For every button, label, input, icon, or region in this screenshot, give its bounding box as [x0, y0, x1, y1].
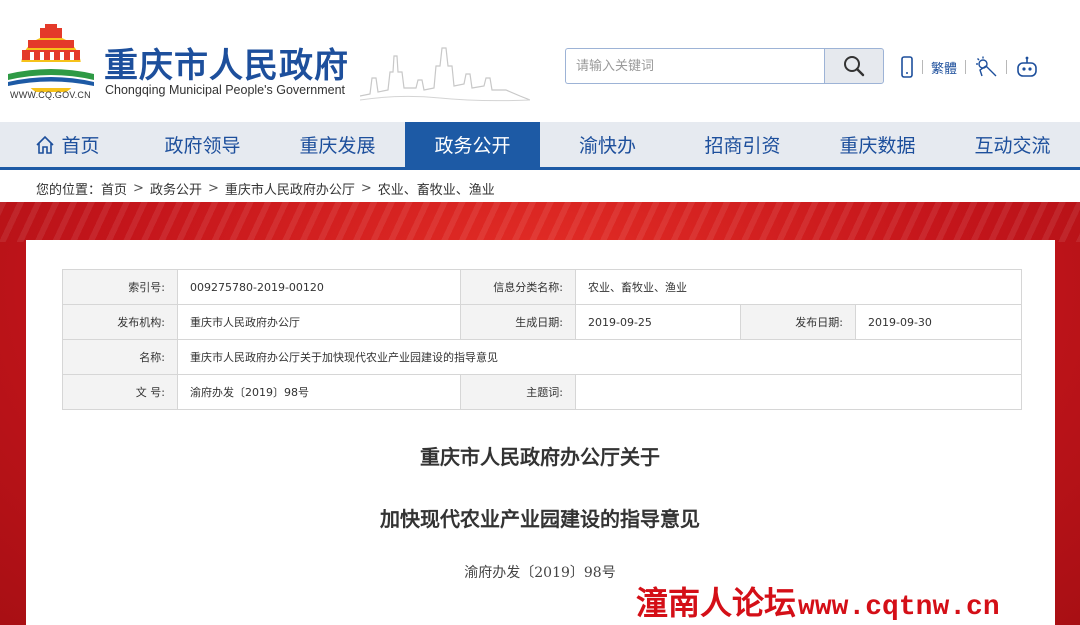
government-logo-icon[interactable] — [6, 22, 96, 92]
breadcrumb-separator: > — [207, 180, 219, 196]
weather-icon[interactable] — [974, 56, 998, 78]
main-nav: 首页 政府领导 重庆发展 政务公开 渝快办 招商引资 重庆数据 互动交流 — [0, 122, 1080, 170]
breadcrumb-separator: > — [133, 180, 144, 196]
published-date-label: 发布日期: — [740, 304, 856, 340]
breadcrumb-link[interactable]: 重庆市人民政府办公厅 — [225, 179, 355, 198]
nav-item-home[interactable]: 首页 — [0, 122, 135, 167]
home-icon — [35, 135, 55, 155]
watermark: 潼南人论坛 www.cqtnw.cn — [636, 578, 1000, 623]
search-box — [565, 48, 825, 84]
tool-divider — [922, 60, 923, 74]
nav-item-label: 重庆发展 — [299, 135, 376, 157]
header-tools: 繁體 — [900, 54, 1039, 80]
table-row: 索引号: 009275780-2019-00120 信息分类名称: 农业、畜牧业… — [62, 269, 1023, 305]
published-date-value: 2019-09-30 — [854, 304, 1023, 340]
index-label: 索引号: — [62, 269, 178, 305]
nav-item-label: 重庆数据 — [839, 135, 916, 157]
nav-item-label: 招商引资 — [704, 135, 781, 157]
nav-item-label: 互动交流 — [974, 135, 1051, 157]
publisher-value: 重庆市人民政府办公厅 — [177, 304, 461, 340]
document-title-line1: 重庆市人民政府办公厅关于 — [420, 445, 660, 469]
table-row: 文 号: 渝府办发〔2019〕98号 主题词: — [62, 374, 1023, 410]
site-subtitle: Chongqing Municipal People's Government — [105, 83, 346, 97]
nav-item-yukuaiban[interactable]: 渝快办 — [540, 122, 675, 167]
nav-item-data[interactable]: 重庆数据 — [810, 122, 945, 167]
breadcrumb: 您的位置： 首页 > 政务公开 > 重庆市人民政府办公厅 > 农业、畜牧业、渔业 — [0, 173, 1080, 203]
publisher-label: 发布机构: — [62, 304, 178, 340]
doc-number-label: 文 号: — [62, 374, 178, 410]
table-row: 发布机构: 重庆市人民政府办公厅 生成日期: 2019-09-25 发布日期: … — [62, 304, 1023, 340]
nav-item-label: 渝快办 — [578, 135, 636, 157]
nav-item-development[interactable]: 重庆发展 — [270, 122, 405, 167]
mobile-phone-icon[interactable] — [900, 56, 914, 78]
site-header: WWW.CQ.GOV.CN 重庆市人民政府 Chongqing Municipa… — [0, 0, 1080, 122]
watermark-url: www.cqtnw.cn — [798, 592, 1000, 623]
breadcrumb-prefix: 您的位置： — [36, 182, 102, 198]
created-date-value: 2019-09-25 — [575, 304, 741, 340]
subject-label: 主题词: — [460, 374, 576, 410]
nav-item-leaders[interactable]: 政府领导 — [135, 122, 270, 167]
name-label: 名称: — [62, 339, 178, 375]
tool-divider — [1006, 60, 1008, 74]
document-title-line2: 加快现代农业产业园建设的指导意见 — [380, 507, 700, 531]
search-icon — [844, 56, 865, 77]
nav-item-interaction[interactable]: 互动交流 — [945, 122, 1080, 167]
subject-value — [574, 374, 1023, 410]
search-button[interactable] — [824, 48, 884, 84]
name-value: 重庆市人民政府办公厅关于加快现代农业产业园建设的指导意见 — [176, 339, 1023, 375]
watermark-text: 潼南人论坛 — [636, 584, 797, 622]
page: WWW.CQ.GOV.CN 重庆市人民政府 Chongqing Municipa… — [0, 0, 1080, 625]
robot-icon[interactable] — [1015, 56, 1039, 78]
skyline-decoration-icon — [360, 47, 530, 102]
nav-item-government-affairs[interactable]: 政务公开 — [405, 122, 540, 167]
nav-item-label: 政务公开 — [434, 135, 511, 157]
doc-number-value: 渝府办发〔2019〕98号 — [177, 374, 461, 410]
category-label: 信息分类名称: — [460, 269, 576, 305]
search-input[interactable] — [566, 49, 825, 83]
breadcrumb-link[interactable]: 农业、畜牧业、渔业 — [378, 179, 495, 198]
logo-url: WWW.CQ.GOV.CN — [10, 90, 91, 100]
created-date-label: 生成日期: — [460, 304, 576, 340]
table-row: 名称: 重庆市人民政府办公厅关于加快现代农业产业园建设的指导意见 — [62, 339, 1023, 375]
traditional-chinese-link[interactable]: 繁體 — [931, 58, 957, 77]
category-value: 农业、畜牧业、渔业 — [574, 269, 1023, 305]
document-info-table: 索引号: 009275780-2019-00120 信息分类名称: 农业、畜牧业… — [62, 269, 1023, 410]
nav-item-investment[interactable]: 招商引资 — [675, 122, 810, 167]
breadcrumb-link[interactable]: 首页 — [101, 179, 127, 198]
breadcrumb-separator: > — [360, 180, 372, 196]
index-value: 009275780-2019-00120 — [177, 269, 461, 305]
site-title[interactable]: 重庆市人民政府 — [104, 38, 349, 87]
breadcrumb-link[interactable]: 政务公开 — [150, 179, 202, 198]
tool-divider — [965, 60, 967, 74]
nav-item-label: 政府领导 — [164, 135, 241, 157]
nav-item-label: 首页 — [61, 135, 100, 157]
